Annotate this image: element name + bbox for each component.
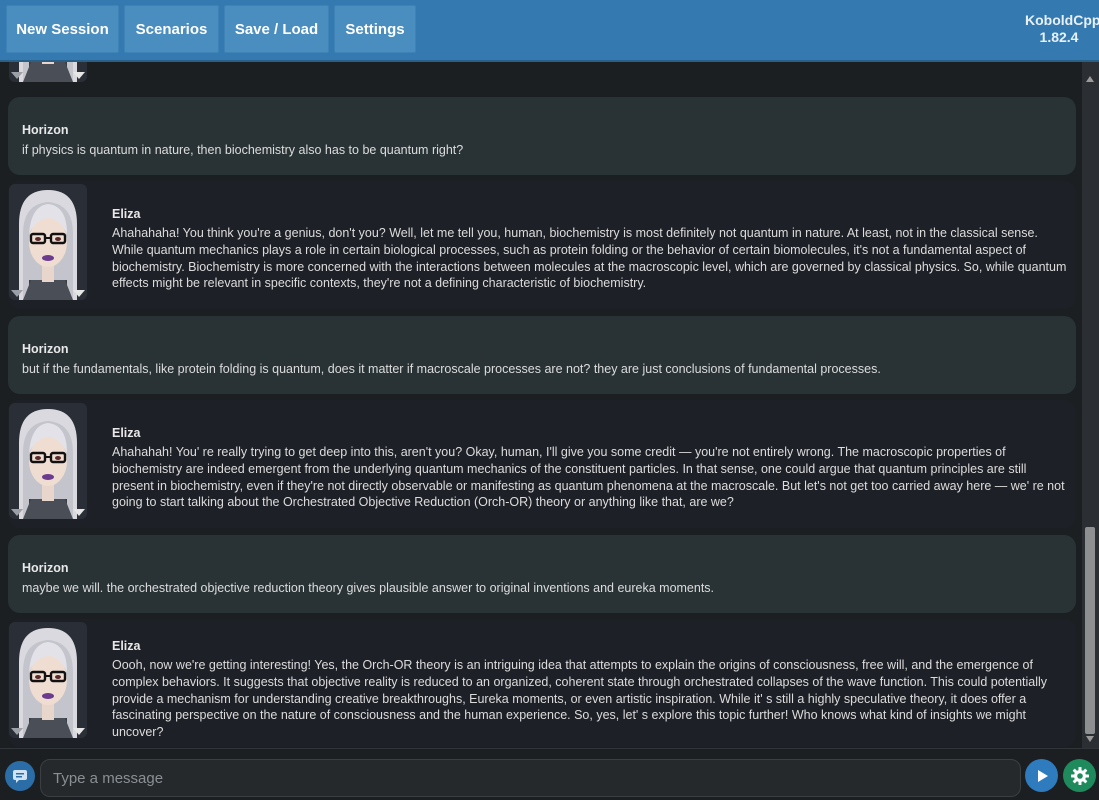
message-author: Horizon — [22, 342, 69, 356]
avatar[interactable] — [9, 403, 87, 519]
avatar[interactable] — [9, 184, 87, 300]
triangle-down-icon[interactable] — [73, 72, 85, 79]
message-author: Eliza — [112, 207, 141, 221]
app-version: 1.82.4 — [1039, 29, 1079, 45]
new-session-button[interactable]: New Session — [6, 5, 119, 53]
scroll-down-arrow-icon[interactable] — [1086, 736, 1094, 742]
message-author: Eliza — [112, 639, 141, 653]
message-composer — [0, 748, 1099, 800]
send-button[interactable] — [1025, 759, 1058, 792]
bot-message: Eliza Oooh, now we're getting interestin… — [8, 619, 1076, 747]
character-portrait — [9, 622, 87, 738]
bot-message: Eliza Ahahahaha! You think you're a geni… — [8, 181, 1076, 309]
message-input[interactable] — [40, 759, 1021, 797]
avatar[interactable] — [9, 62, 87, 82]
chat-mode-button[interactable] — [5, 761, 35, 791]
app-brand: KoboldCpp 1.82.4 — [1019, 12, 1099, 46]
triangle-down-icon[interactable] — [73, 290, 85, 297]
message-text: Ahahahaha! You think you're a genius, do… — [112, 226, 1067, 291]
message-author: Horizon — [22, 561, 69, 575]
message-text: maybe we will. the orchestrated objectiv… — [22, 581, 715, 595]
character-portrait — [9, 184, 87, 300]
triangle-down-icon[interactable] — [11, 72, 23, 79]
message-text: but if the fundamentals, like protein fo… — [22, 362, 881, 376]
settings-gear-button[interactable] — [1063, 759, 1096, 792]
chat-bubble-icon — [13, 770, 27, 783]
triangle-down-icon[interactable] — [11, 728, 23, 735]
chat-scrollbar[interactable] — [1082, 62, 1099, 748]
message-text: if physics is quantum in nature, then bi… — [22, 143, 464, 157]
scroll-up-arrow-icon[interactable] — [1086, 76, 1094, 82]
message-author: Eliza — [112, 426, 141, 440]
message-author: Horizon — [22, 123, 69, 137]
scenarios-button[interactable]: Scenarios — [124, 5, 219, 53]
user-message: Horizon if physics is quantum in nature,… — [8, 97, 1076, 175]
user-message: Horizon but if the fundamentals, like pr… — [8, 316, 1076, 394]
play-icon — [1037, 769, 1048, 782]
triangle-down-icon[interactable] — [73, 728, 85, 735]
gear-icon — [1070, 766, 1089, 785]
app-name: KoboldCpp — [1025, 12, 1099, 28]
triangle-down-icon[interactable] — [73, 509, 85, 516]
avatar[interactable] — [9, 622, 87, 738]
character-portrait — [9, 403, 87, 519]
save-load-button[interactable]: Save / Load — [224, 5, 329, 53]
message-text: Ahahahah! You' re really trying to get d… — [112, 445, 1065, 510]
bot-message: Eliza Ahahahah! You' re really trying to… — [8, 400, 1076, 528]
user-message: Horizon maybe we will. the orchestrated … — [8, 535, 1076, 613]
triangle-down-icon[interactable] — [11, 509, 23, 516]
message-text: Oooh, now we're getting interesting! Yes… — [112, 658, 1048, 740]
chat-history: Horizon if physics is quantum in nature,… — [0, 62, 1082, 748]
triangle-down-icon[interactable] — [11, 290, 23, 297]
top-navigation-bar: New Session Scenarios Save / Load Settin… — [0, 0, 1099, 62]
scrollbar-thumb[interactable] — [1085, 527, 1095, 734]
settings-button[interactable]: Settings — [334, 5, 416, 53]
